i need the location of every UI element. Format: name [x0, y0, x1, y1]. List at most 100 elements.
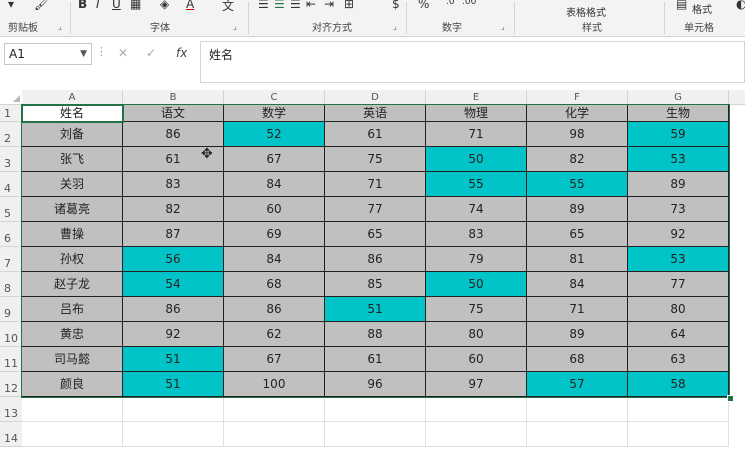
- score-cell[interactable]: 77: [325, 197, 426, 222]
- row-header-8[interactable]: 8: [0, 272, 23, 297]
- score-cell[interactable]: 98: [527, 122, 628, 147]
- score-cell[interactable]: 92: [628, 222, 729, 247]
- score-cell[interactable]: 67: [224, 347, 325, 372]
- score-cell[interactable]: 74: [426, 197, 527, 222]
- score-cell[interactable]: 86: [224, 297, 325, 322]
- row-header-12[interactable]: 12: [0, 372, 23, 397]
- format-cells-icon[interactable]: ▤: [676, 0, 687, 11]
- row-header-6[interactable]: 6: [0, 222, 23, 247]
- chevron-down-icon[interactable]: ▼: [80, 44, 87, 64]
- row-header-3[interactable]: 3: [0, 147, 23, 172]
- score-cell[interactable]: 68: [527, 347, 628, 372]
- underline-button[interactable]: U: [112, 0, 121, 11]
- score-cell[interactable]: 89: [527, 197, 628, 222]
- name-cell[interactable]: 诸葛亮: [22, 197, 123, 222]
- score-cell[interactable]: 61: [325, 347, 426, 372]
- score-cell[interactable]: 53: [628, 147, 729, 172]
- format-button[interactable]: 格式: [692, 1, 712, 16]
- column-header-e[interactable]: E: [426, 90, 527, 105]
- score-cell[interactable]: 83: [426, 222, 527, 247]
- score-cell[interactable]: 86: [325, 247, 426, 272]
- name-cell[interactable]: 颜良: [22, 372, 123, 397]
- header-cell[interactable]: 化学: [527, 105, 628, 122]
- name-box[interactable]: A1 ▼: [4, 43, 92, 65]
- name-cell[interactable]: 黄忠: [22, 322, 123, 347]
- empty-cell[interactable]: [426, 397, 527, 422]
- score-cell[interactable]: 61: [325, 122, 426, 147]
- border-icon[interactable]: ▦: [130, 0, 141, 11]
- empty-cell[interactable]: [325, 422, 426, 447]
- score-cell[interactable]: 79: [426, 247, 527, 272]
- score-cell[interactable]: 82: [527, 147, 628, 172]
- phonetic-icon[interactable]: 文: [222, 0, 234, 14]
- score-cell[interactable]: 86: [123, 122, 224, 147]
- font-launcher-icon[interactable]: ⌟: [233, 22, 237, 31]
- name-cell[interactable]: 赵子龙: [22, 272, 123, 297]
- score-cell[interactable]: 54: [123, 272, 224, 297]
- score-cell[interactable]: 50: [426, 147, 527, 172]
- score-cell[interactable]: 89: [527, 322, 628, 347]
- score-cell[interactable]: 96: [325, 372, 426, 397]
- empty-cell[interactable]: [527, 397, 628, 422]
- decrease-indent-icon[interactable]: ⇤: [306, 0, 316, 11]
- row-header-4[interactable]: 4: [0, 172, 23, 197]
- score-cell[interactable]: 97: [426, 372, 527, 397]
- cancel-icon[interactable]: ✕: [118, 43, 128, 63]
- score-cell[interactable]: 51: [325, 297, 426, 322]
- insert-function-button[interactable]: fx: [176, 43, 187, 63]
- decimal-icon[interactable]: .0: [446, 0, 455, 7]
- empty-cell[interactable]: [325, 397, 426, 422]
- score-cell[interactable]: 83: [123, 172, 224, 197]
- score-cell[interactable]: 63: [628, 347, 729, 372]
- score-cell[interactable]: 57: [527, 372, 628, 397]
- score-cell[interactable]: 69: [224, 222, 325, 247]
- score-cell[interactable]: 64: [628, 322, 729, 347]
- score-cell[interactable]: 71: [426, 122, 527, 147]
- score-cell[interactable]: 87: [123, 222, 224, 247]
- name-cell[interactable]: 刘备: [22, 122, 123, 147]
- empty-cell[interactable]: [224, 397, 325, 422]
- score-cell[interactable]: 84: [527, 272, 628, 297]
- bold-button[interactable]: B: [78, 0, 87, 11]
- empty-cell[interactable]: [123, 422, 224, 447]
- score-cell[interactable]: 51: [123, 347, 224, 372]
- score-cell[interactable]: 89: [628, 172, 729, 197]
- empty-cell[interactable]: [123, 397, 224, 422]
- score-cell[interactable]: 80: [628, 297, 729, 322]
- table-format-button[interactable]: 表格格式: [566, 4, 606, 19]
- select-all-button[interactable]: [0, 90, 23, 105]
- row-header-7[interactable]: 7: [0, 247, 23, 272]
- row-header-13[interactable]: 13: [0, 397, 23, 422]
- score-cell[interactable]: 92: [123, 322, 224, 347]
- row-header-2[interactable]: 2: [0, 122, 23, 147]
- score-cell[interactable]: 56: [123, 247, 224, 272]
- row-header-14[interactable]: 14: [0, 422, 23, 447]
- header-cell[interactable]: 数学: [224, 105, 325, 122]
- score-cell[interactable]: 85: [325, 272, 426, 297]
- score-cell[interactable]: 77: [628, 272, 729, 297]
- column-header-a[interactable]: A: [22, 90, 123, 105]
- row-header-10[interactable]: 10: [0, 322, 23, 347]
- name-cell[interactable]: 张飞: [22, 147, 123, 172]
- empty-cell[interactable]: [426, 422, 527, 447]
- row-header-11[interactable]: 11: [0, 347, 23, 372]
- currency-icon[interactable]: $: [392, 0, 400, 11]
- header-cell[interactable]: 英语: [325, 105, 426, 122]
- score-cell[interactable]: 71: [527, 297, 628, 322]
- empty-cell[interactable]: [224, 422, 325, 447]
- column-header-d[interactable]: D: [325, 90, 426, 105]
- empty-cell[interactable]: [22, 397, 123, 422]
- score-cell[interactable]: 71: [325, 172, 426, 197]
- align-center-icon[interactable]: ☰: [274, 0, 285, 11]
- row-header-1[interactable]: 1: [0, 105, 23, 122]
- header-cell[interactable]: 生物: [628, 105, 729, 122]
- name-cell[interactable]: 吕布: [22, 297, 123, 322]
- score-cell[interactable]: 58: [628, 372, 729, 397]
- score-cell[interactable]: 59: [628, 122, 729, 147]
- score-cell[interactable]: 80: [426, 322, 527, 347]
- name-cell[interactable]: 曹操: [22, 222, 123, 247]
- paste-dropdown-icon[interactable]: ▾: [8, 0, 14, 11]
- empty-cell[interactable]: [628, 397, 729, 422]
- score-cell[interactable]: 51: [123, 372, 224, 397]
- format-painter-icon[interactable]: 🖌: [34, 0, 49, 11]
